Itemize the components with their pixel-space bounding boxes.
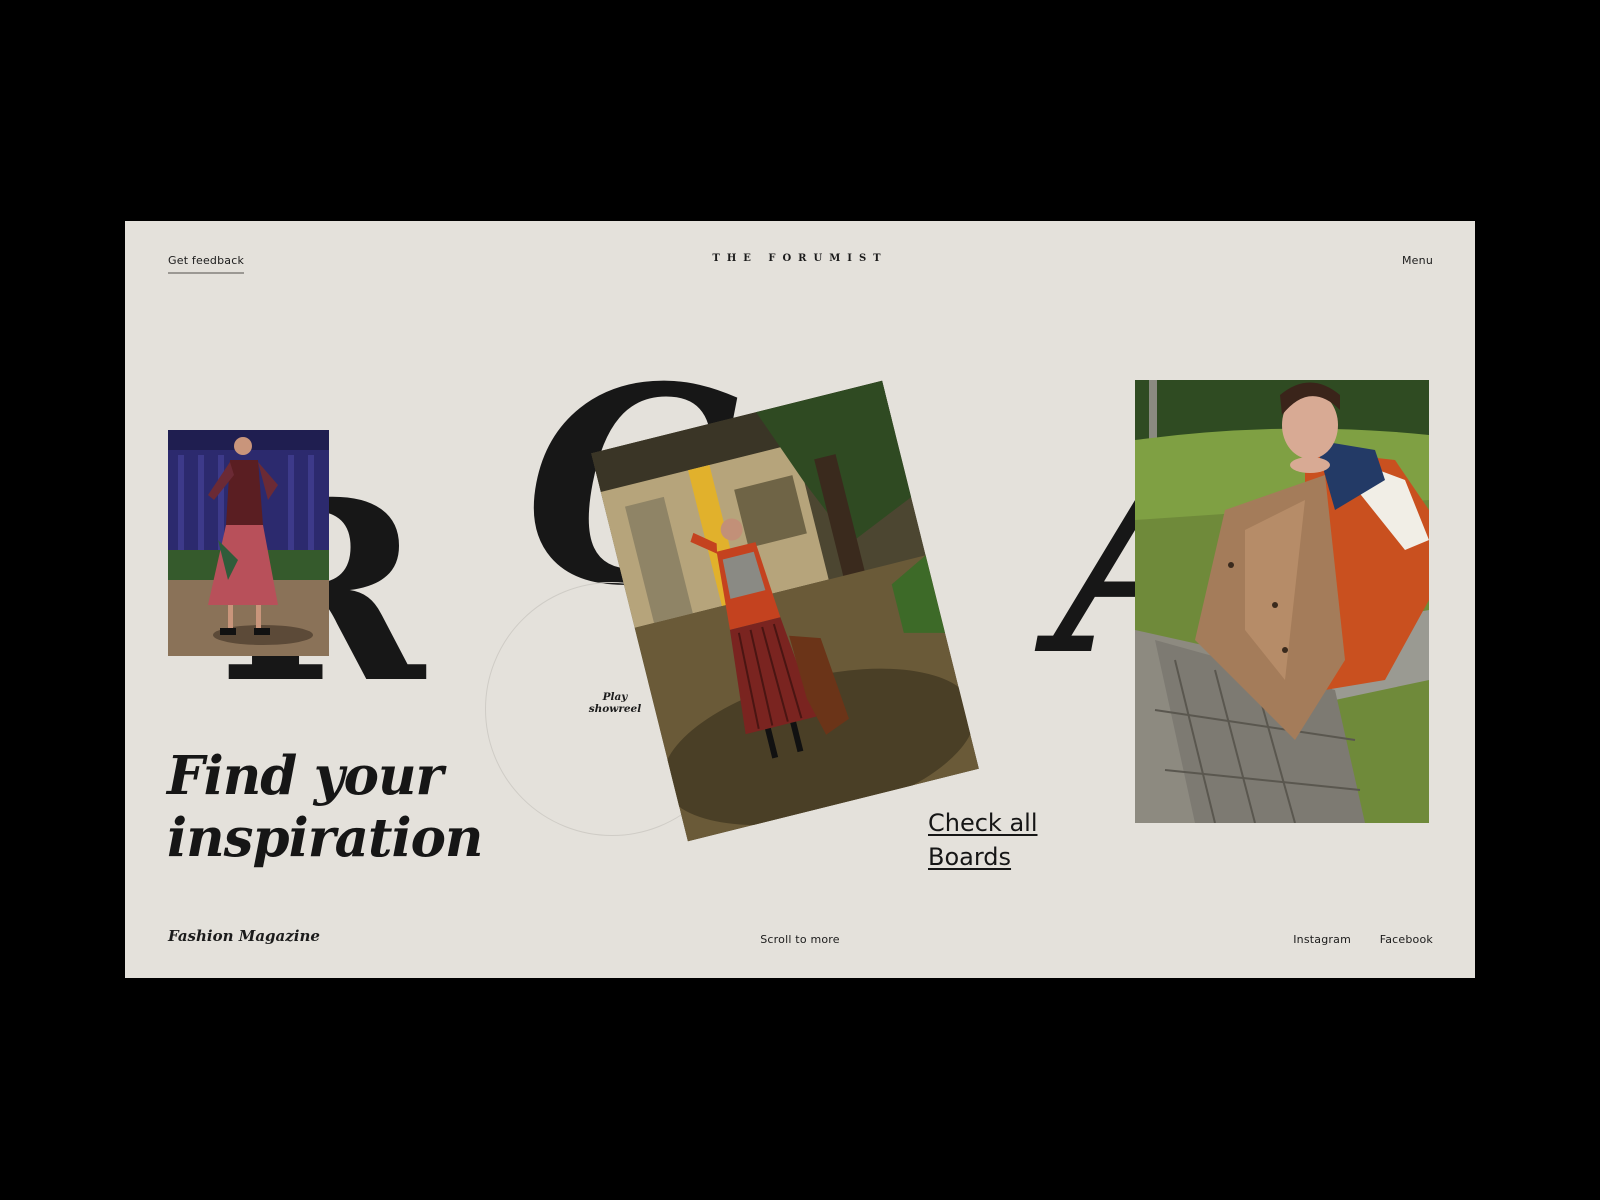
site-logo[interactable]: THE FORUMIST [125, 253, 1475, 264]
facebook-link[interactable]: Facebook [1380, 933, 1433, 946]
cta-line-2: Boards [928, 843, 1012, 871]
scroll-hint[interactable]: Scroll to more [125, 933, 1475, 946]
cta-line-1: Check all [928, 809, 1038, 837]
check-all-boards-link[interactable]: Check all Boards [928, 806, 1088, 874]
page-headline: Find your inspiration [167, 745, 483, 869]
headline-line-1: Find your [167, 745, 443, 807]
showreel-label: showreel [588, 703, 642, 715]
landing-page: Get feedback THE FORUMIST Menu R C A [125, 221, 1475, 978]
instagram-link[interactable]: Instagram [1293, 933, 1351, 946]
headline-line-2: inspiration [167, 807, 483, 869]
fashion-photo-right[interactable] [1135, 380, 1429, 823]
play-showreel-button[interactable]: Play showreel [565, 691, 665, 715]
fashion-photo-left[interactable] [168, 430, 329, 656]
menu-button[interactable]: Menu [1402, 254, 1433, 267]
